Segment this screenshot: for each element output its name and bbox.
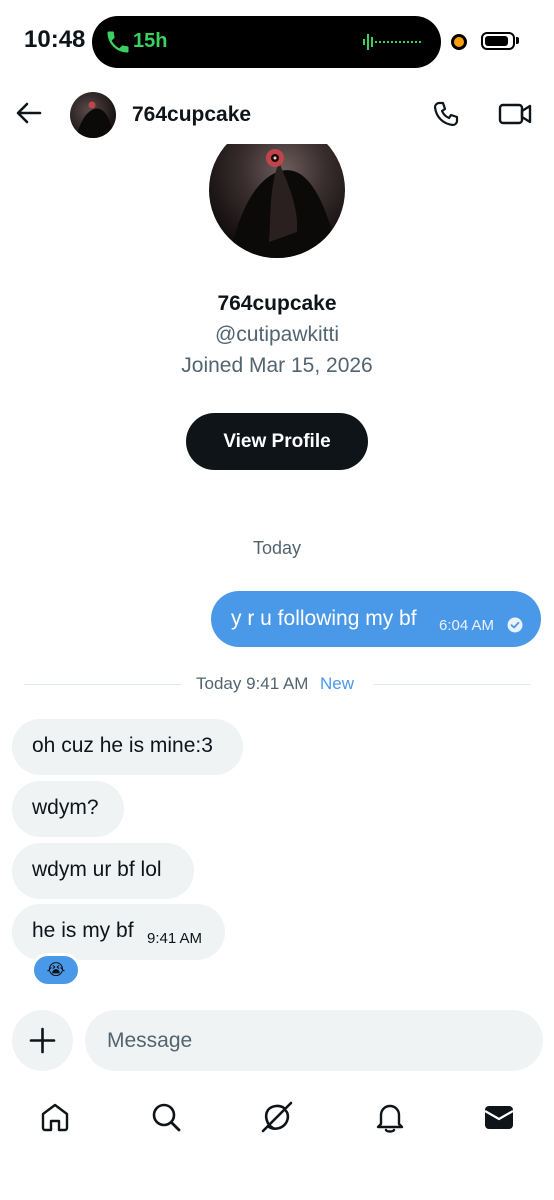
- profile-handle: @cutipawkitti: [214, 323, 340, 346]
- message-reaction[interactable]: 😭: [31, 953, 81, 987]
- profile-joined-date: Joined Mar 15, 2026: [181, 354, 373, 377]
- incoming-message[interactable]: he is my bf 9:41 AM: [12, 904, 225, 960]
- grok-icon[interactable]: [260, 1100, 294, 1134]
- new-messages-divider-label: Today 9:41 AM: [196, 674, 309, 693]
- home-icon[interactable]: [38, 1100, 72, 1134]
- avatar[interactable]: [70, 92, 116, 138]
- message-text: he is my bf: [32, 919, 134, 942]
- dynamic-island[interactable]: 15h: [92, 16, 441, 68]
- arrow-left-icon[interactable]: [14, 98, 44, 128]
- crying-face-icon: 😭: [46, 962, 66, 979]
- video-camera-icon[interactable]: [498, 98, 532, 130]
- bottom-navigation: [0, 1092, 554, 1152]
- conversation-header: 764cupcake: [0, 84, 554, 144]
- recording-indicator: [451, 34, 467, 50]
- incoming-message[interactable]: wdym?: [12, 781, 124, 837]
- message-text: oh cuz he is mine:3: [32, 734, 213, 757]
- outgoing-message[interactable]: y r u following my bf 6:04 AM: [211, 591, 541, 647]
- audio-wave-icon: [363, 34, 421, 50]
- view-profile-button[interactable]: View Profile: [186, 413, 368, 470]
- avatar-image: [76, 101, 114, 138]
- divider-line: [374, 684, 530, 685]
- call-duration: 15h: [133, 30, 168, 52]
- incoming-message[interactable]: wdym ur bf lol: [12, 843, 194, 899]
- phone-icon[interactable]: [430, 98, 462, 130]
- search-icon[interactable]: [149, 1100, 183, 1134]
- battery-tip: [516, 37, 519, 44]
- message-text: y r u following my bf: [231, 607, 417, 630]
- contact-name[interactable]: 764cupcake: [132, 103, 251, 127]
- new-badge: New: [320, 674, 355, 693]
- plus-icon: [29, 1027, 56, 1054]
- profile-name: 764cupcake: [217, 292, 337, 315]
- incoming-message[interactable]: oh cuz he is mine:3: [12, 719, 243, 775]
- battery-fill: [485, 36, 509, 46]
- message-time: 9:41 AM: [147, 930, 203, 947]
- day-separator: Today: [252, 538, 302, 558]
- add-attachment-button[interactable]: [12, 1010, 73, 1071]
- mail-icon[interactable]: [482, 1100, 516, 1134]
- message-text: wdym?: [32, 796, 99, 819]
- status-clock: 10:48: [24, 26, 86, 53]
- check-circle-icon: [507, 617, 523, 633]
- message-text: wdym ur bf lol: [32, 858, 162, 881]
- message-time: 6:04 AM: [439, 617, 495, 634]
- status-bar: 10:48 15h: [0, 0, 554, 84]
- bell-icon[interactable]: [373, 1100, 407, 1134]
- battery-icon: [481, 32, 515, 50]
- divider-line: [24, 684, 182, 685]
- message-input[interactable]: [85, 1010, 543, 1071]
- phone-call-icon: [107, 31, 129, 53]
